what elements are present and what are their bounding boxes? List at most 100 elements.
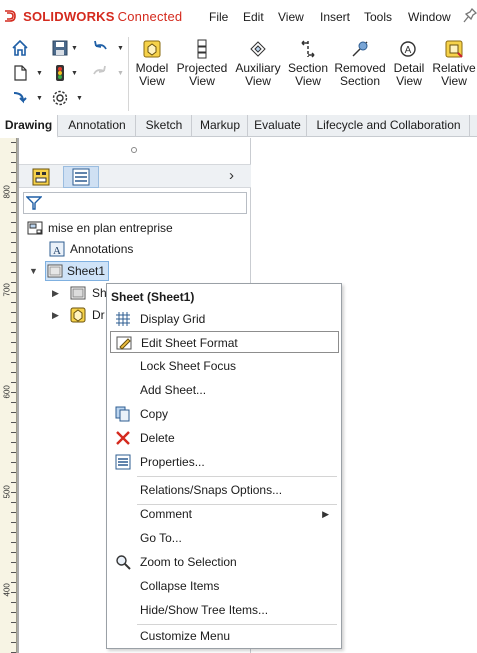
- menu-item-customize-menu[interactable]: Customize Menu: [110, 625, 339, 647]
- redo-dropdown-chevron-icon: ▼: [117, 70, 124, 77]
- menu-view[interactable]: View: [278, 10, 304, 24]
- tree-item-sheet-format-label: Sh: [92, 286, 107, 300]
- menu-file[interactable]: File: [209, 10, 228, 24]
- ruler-tick: [11, 602, 16, 603]
- menu-item-comment[interactable]: Comment ▶: [110, 503, 339, 525]
- copy-icon: [115, 406, 131, 422]
- ruler-label: 600: [2, 385, 12, 399]
- command-manager-ribbon: ▼ ▼ ▼ ▼ ▼ ▼ ▼ Model View Projected View: [0, 33, 477, 115]
- svg-text:A: A: [405, 45, 412, 56]
- filter-icon[interactable]: [25, 195, 43, 211]
- detail-view-label: Detail View: [393, 61, 425, 88]
- rebuild-arrow-icon[interactable]: [11, 89, 29, 107]
- menu-item-customize-menu-label: Customize Menu: [140, 629, 231, 643]
- pin-icon[interactable]: [463, 7, 477, 24]
- section-view-icon: [298, 39, 318, 59]
- ruler-tick: [11, 452, 16, 453]
- menu-item-zoom-to-selection-label: Zoom to Selection: [140, 555, 237, 569]
- ruler-tick: [11, 392, 16, 393]
- tab-lifecycle-collaboration[interactable]: Lifecycle and Collaboration: [308, 115, 470, 137]
- options-gear-icon[interactable]: [51, 89, 69, 107]
- ruler-tick: [11, 282, 16, 283]
- save-dropdown-chevron-icon[interactable]: ▼: [71, 45, 78, 52]
- menu-item-edit-sheet-format[interactable]: Edit Sheet Format: [110, 331, 339, 353]
- menu-item-lock-sheet-focus[interactable]: Lock Sheet Focus: [110, 355, 339, 377]
- redo-icon: [91, 64, 109, 82]
- annotations-folder-icon: A: [49, 241, 65, 257]
- menu-edit[interactable]: Edit: [243, 10, 264, 24]
- ruler-tick: [11, 622, 16, 623]
- tab-markup[interactable]: Markup: [193, 115, 248, 137]
- menu-item-copy[interactable]: Copy: [110, 403, 339, 425]
- ruler-tick: [11, 302, 16, 303]
- ruler-label: 500: [2, 485, 12, 499]
- removed-section-button[interactable]: Removed Section: [334, 37, 386, 111]
- tab-evaluate[interactable]: Evaluate: [249, 115, 307, 137]
- ruler-tick: [11, 202, 16, 203]
- removed-section-label: Removed Section: [334, 61, 386, 88]
- rebuild-dropdown-chevron-icon[interactable]: ▼: [36, 95, 43, 102]
- tab-sketch[interactable]: Sketch: [137, 115, 192, 137]
- ruler-tick: [11, 252, 16, 253]
- rebuild-options-chevron-icon[interactable]: ▼: [71, 70, 78, 77]
- section-view-button[interactable]: Section View: [286, 37, 330, 111]
- property-manager-tab[interactable]: [63, 166, 99, 188]
- auxiliary-view-label: Auxiliary View: [235, 61, 281, 88]
- menu-item-go-to[interactable]: Go To...: [110, 527, 339, 549]
- ruler-tick: [11, 232, 16, 233]
- traffic-light-icon[interactable]: [51, 64, 69, 82]
- home-icon[interactable]: [11, 39, 29, 57]
- ruler-tick: [11, 592, 16, 593]
- sheet-icon: [47, 263, 63, 279]
- ruler-tick: [11, 222, 16, 223]
- menu-window[interactable]: Window: [408, 10, 451, 24]
- menu-insert[interactable]: Insert: [320, 10, 350, 24]
- relative-view-button[interactable]: Relative View: [432, 37, 476, 111]
- menu-item-go-to-label: Go To...: [140, 531, 182, 545]
- projected-view-button[interactable]: Projected View: [176, 37, 228, 111]
- new-dropdown-chevron-icon[interactable]: ▼: [36, 70, 43, 77]
- ruler-tick: [11, 292, 16, 293]
- brand-name: SOLIDWORKS: [23, 9, 115, 24]
- ruler-tick: [11, 342, 16, 343]
- tab-annotation[interactable]: Annotation: [59, 115, 136, 137]
- ruler-tick: [11, 382, 16, 383]
- menu-tools[interactable]: Tools: [364, 10, 392, 24]
- menu-item-collapse-items[interactable]: Collapse Items: [110, 575, 339, 597]
- ruler-tick: [11, 152, 16, 153]
- ruler-tick: [11, 442, 16, 443]
- new-document-icon[interactable]: [11, 64, 29, 82]
- menu-item-relations-snaps-label: Relations/Snaps Options...: [140, 483, 283, 497]
- expand-sheet-format-chevron-icon[interactable]: ▶: [52, 288, 59, 299]
- save-icon[interactable]: [51, 39, 69, 57]
- model-view-button[interactable]: Model View: [131, 37, 173, 111]
- menu-item-properties-label: Properties...: [140, 455, 205, 469]
- ruler-label: 800: [2, 185, 12, 199]
- tab-drawing[interactable]: Drawing: [0, 115, 58, 138]
- expand-drawing-view-chevron-icon[interactable]: ▶: [52, 310, 59, 321]
- tree-filter-box[interactable]: [23, 192, 247, 214]
- menu-item-properties[interactable]: Properties...: [110, 451, 339, 473]
- chevron-right-icon[interactable]: ›: [229, 167, 243, 185]
- removed-section-icon: [350, 39, 370, 59]
- menu-item-hide-show-tree-items[interactable]: Hide/Show Tree Items...: [110, 599, 339, 621]
- menu-item-zoom-to-selection[interactable]: Zoom to Selection: [110, 551, 339, 573]
- undo-dropdown-chevron-icon[interactable]: ▼: [117, 45, 124, 52]
- ruler-tick: [11, 492, 16, 493]
- feature-manager-tab[interactable]: [23, 166, 59, 188]
- auxiliary-view-button[interactable]: Auxiliary View: [233, 37, 283, 111]
- menu-item-relations-snaps[interactable]: Relations/Snaps Options...: [110, 479, 339, 501]
- undo-icon[interactable]: [91, 39, 109, 57]
- delete-icon: [115, 430, 131, 446]
- options-dropdown-chevron-icon[interactable]: ▼: [76, 95, 83, 102]
- expand-sheet-chevron-icon[interactable]: ▼: [29, 266, 38, 276]
- menu-item-hide-show-tree-items-label: Hide/Show Tree Items...: [140, 603, 269, 617]
- grid-icon: [115, 311, 131, 327]
- detail-view-button[interactable]: A Detail View: [390, 37, 428, 111]
- menu-item-add-sheet[interactable]: Add Sheet...: [110, 379, 339, 401]
- menu-item-display-grid[interactable]: Display Grid: [110, 308, 339, 330]
- ruler-label: 400: [2, 583, 12, 597]
- panel-grip-icon[interactable]: [131, 147, 137, 153]
- menu-item-delete[interactable]: Delete: [110, 427, 339, 449]
- section-view-label: Section View: [287, 61, 329, 88]
